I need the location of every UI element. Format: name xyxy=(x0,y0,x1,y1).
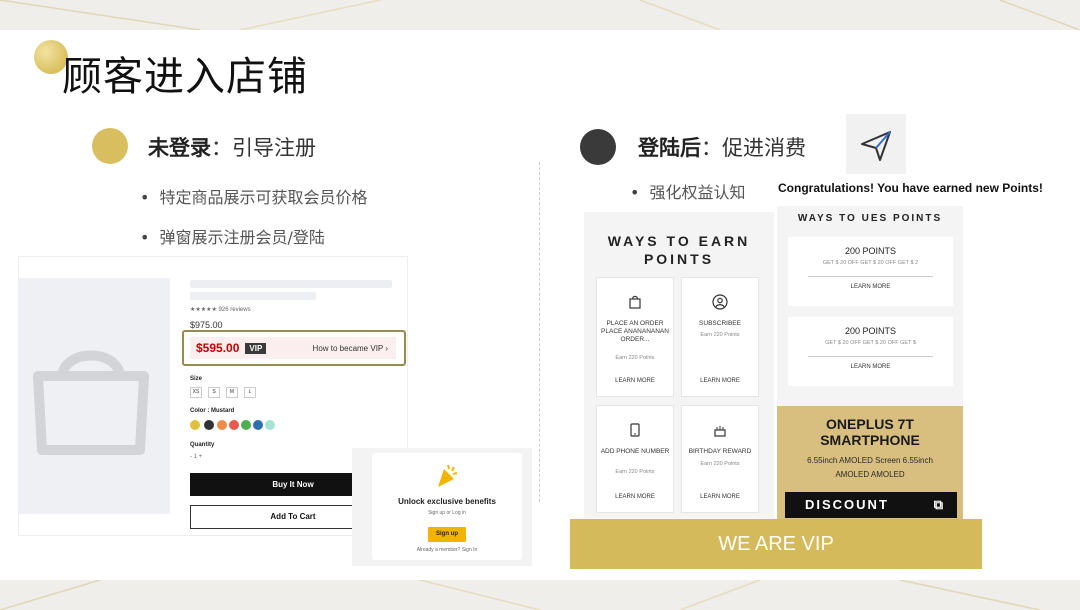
color-swatch-3[interactable] xyxy=(217,420,227,430)
earn-card-name: BIRTHDAY REWARD xyxy=(688,448,752,455)
card-divider xyxy=(808,356,933,357)
color-swatch-2[interactable] xyxy=(204,420,214,430)
use-points-card-1[interactable]: 200 POINTS GET $ 20 OFF GET $ 20 OFF GET… xyxy=(788,237,953,306)
card-divider xyxy=(808,276,933,277)
size-option-s[interactable]: S xyxy=(208,387,220,398)
left-bullet-2: 弹窗展示注册会员/登陆 xyxy=(140,224,324,248)
quantity-stepper[interactable]: - 1 + xyxy=(190,454,202,460)
use-points-desc: GET $ 20 OFF GET $ 20 OFF GET $ xyxy=(825,340,916,346)
earn-card-points: Earn 220 Points xyxy=(615,355,655,361)
copy-icon: ⧉ xyxy=(933,497,945,512)
right-heading-rest: ：促进消费 xyxy=(701,136,806,160)
reviews-text: ★★★★★ 926 reviews xyxy=(190,307,251,313)
party-popper-icon xyxy=(438,464,458,487)
popup-signup-button[interactable]: Sign up xyxy=(428,527,466,542)
learn-more-link[interactable]: LEARN MORE xyxy=(682,378,758,384)
quantity-label: Quantity xyxy=(190,442,215,448)
size-label: Size xyxy=(190,376,203,382)
ways-to-earn-title: WAYS TO EARN POINTS xyxy=(607,233,751,267)
vip-price: $595.00 xyxy=(196,341,240,355)
earn-card-birthday[interactable]: BIRTHDAY REWARD Earn 220 Points LEARN MO… xyxy=(681,405,759,513)
size-option-m[interactable]: M xyxy=(226,387,238,398)
shopping-bag-icon xyxy=(33,350,149,455)
section-divider xyxy=(539,162,540,502)
promo-line-1: 6.55inch AMOLED Screen 6.55inch xyxy=(807,456,933,465)
dark-circle-icon xyxy=(580,129,616,165)
color-swatch-1[interactable] xyxy=(190,420,200,430)
size-option-l[interactable]: L xyxy=(244,387,256,398)
popup-subtitle: Sign up or Log in xyxy=(428,510,466,516)
left-heading-rest: ：引导注册 xyxy=(211,136,316,160)
promo-title: ONEPLUS 7T SMARTPHONE xyxy=(820,416,920,448)
vip-tag: VIP xyxy=(245,342,267,354)
earn-card-points: Earn 220 Points xyxy=(700,332,740,338)
we-are-vip-banner: WE ARE VIP xyxy=(570,519,982,569)
earn-card-name: SUBSCRIBEE xyxy=(699,320,741,327)
ways-to-use-title: WAYS TO UES POINTS xyxy=(797,213,943,224)
left-section-heading: 未登录：引导注册 xyxy=(148,132,316,162)
subtitle-skeleton xyxy=(190,292,316,300)
earn-card-place-order[interactable]: PLACE AN ORDER PLACE ANANANANAN ORDER...… xyxy=(596,277,674,397)
left-heading-bold: 未登录 xyxy=(148,136,211,160)
learn-more-link[interactable]: LEARN MORE xyxy=(788,284,953,290)
learn-more-link[interactable]: LEARN MORE xyxy=(682,494,758,500)
title-skeleton xyxy=(190,280,392,288)
earn-card-name: ADD PHONE NUMBER xyxy=(600,448,670,455)
page-title: 顾客进入店铺 xyxy=(62,54,308,100)
earn-card-add-phone[interactable]: ADD PHONE NUMBER Earn 220 Points LEARN M… xyxy=(596,405,674,513)
shopping-bag-icon xyxy=(597,294,673,315)
popup-signin-link[interactable]: Already a member? Sign In xyxy=(372,547,522,553)
color-swatch-5[interactable] xyxy=(241,420,251,430)
regular-price: $975.00 xyxy=(190,320,223,330)
gold-circle-icon xyxy=(92,128,128,164)
popup-title: Unlock exclusive benefits xyxy=(398,497,496,506)
left-bullet-1: 特定商品展示可获取会员价格 xyxy=(140,184,367,208)
color-swatch-4[interactable] xyxy=(229,420,239,430)
vip-price-highlight: $595.00 VIP How to became VIP › xyxy=(182,330,406,366)
right-bullet: 强化权益认知 xyxy=(630,179,745,203)
size-option-xs[interactable]: XS xyxy=(190,387,202,398)
color-swatch-6[interactable] xyxy=(253,420,263,430)
promo-line-2: AMOLED AMOLED xyxy=(835,470,905,479)
right-section-heading: 登陆后：促进消费 xyxy=(638,132,806,162)
right-heading-bold: 登陆后 xyxy=(638,136,701,160)
color-label: Color : Mustard xyxy=(190,408,235,414)
earn-card-name: PLACE AN ORDER PLACE ANANANANAN ORDER... xyxy=(601,320,669,343)
discount-coupon[interactable]: DISCOUNT ⧉ xyxy=(785,492,957,518)
color-swatch-7[interactable] xyxy=(265,420,275,430)
learn-more-link[interactable]: LEARN MORE xyxy=(597,378,673,384)
how-to-become-vip-link[interactable]: How to became VIP › xyxy=(313,344,388,353)
cake-icon xyxy=(682,422,758,443)
earn-card-points: Earn 220 Points xyxy=(615,469,655,475)
send-icon xyxy=(846,114,906,174)
congrats-text: Congratulations! You have earned new Poi… xyxy=(778,181,1043,195)
vip-price-row[interactable]: $595.00 VIP How to became VIP › xyxy=(190,337,396,359)
learn-more-link[interactable]: LEARN MORE xyxy=(788,364,953,370)
use-points-card-2[interactable]: 200 POINTS GET $ 20 OFF GET $ 20 OFF GET… xyxy=(788,317,953,386)
user-icon xyxy=(682,294,758,315)
earn-card-points: Earn 220 Points xyxy=(700,461,740,467)
use-points-desc: GET $ 20 OFF GET $ 20 OFF GET $ 2 xyxy=(822,260,919,266)
use-points-amount: 200 POINTS xyxy=(844,326,897,336)
oneplus-promo[interactable]: ONEPLUS 7T SMARTPHONE 6.55inch AMOLED Sc… xyxy=(777,406,963,530)
signup-popup: Unlock exclusive benefits Sign up or Log… xyxy=(372,453,522,560)
phone-icon xyxy=(597,422,673,443)
discount-label: DISCOUNT xyxy=(805,497,889,512)
learn-more-link[interactable]: LEARN MORE xyxy=(597,494,673,500)
product-image xyxy=(18,278,170,514)
use-points-amount: 200 POINTS xyxy=(844,246,897,256)
earn-card-subscribe[interactable]: SUBSCRIBEE Earn 220 Points LEARN MORE xyxy=(681,277,759,397)
